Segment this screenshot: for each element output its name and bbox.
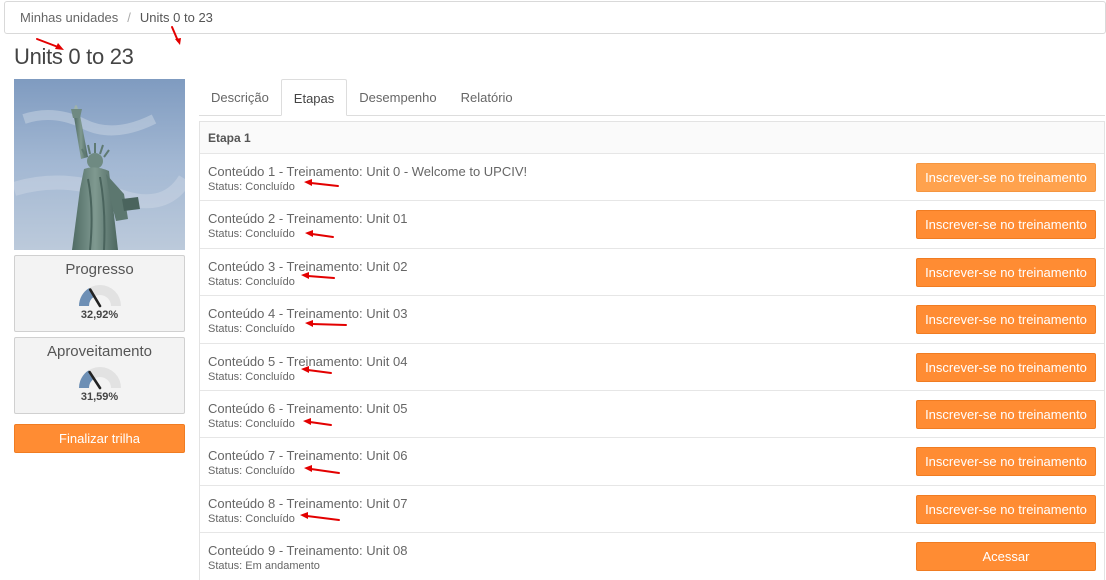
list-item: Conteúdo 3 - Treinamento: Unit 02 Status… [200,249,1104,297]
content-title: Conteúdo 3 - Treinamento: Unit 02 [208,258,408,274]
content-title: Conteúdo 7 - Treinamento: Unit 06 [208,448,408,464]
tab-stages[interactable]: Etapas [280,79,348,116]
content-status: Status: Em andamento [208,560,320,573]
stage-title: Etapa 1 [200,122,1104,154]
enroll-button[interactable]: Inscrever-se no treinamento [916,494,1096,524]
list-item: Conteúdo 2 - Treinamento: Unit 01 Status… [200,201,1104,249]
content-title: Conteúdo 8 - Treinamento: Unit 07 [208,495,408,511]
content-title: Conteúdo 5 - Treinamento: Unit 04 [208,353,408,369]
list-item: Conteúdo 1 - Treinamento: Unit 0 - Welco… [200,154,1104,202]
content-title: Conteúdo 9 - Treinamento: Unit 08 [208,543,408,559]
tab-report[interactable]: Relatório [449,79,525,116]
performance-card: Aproveitamento 31,59% [14,337,185,414]
content-status: Status: Concluído [208,417,295,430]
page-title: Units 0 to 23 [14,44,134,69]
tab-performance[interactable]: Desempenho [347,79,448,116]
statue-of-liberty-image [14,79,185,250]
list-item: Conteúdo 6 - Treinamento: Unit 05 Status… [200,391,1104,439]
enroll-button[interactable]: Inscrever-se no treinamento [916,305,1096,335]
content-title: Conteúdo 6 - Treinamento: Unit 05 [208,400,408,416]
progress-label: Progresso [65,261,134,278]
content-status: Status: Concluído [208,181,295,193]
tab-bar: Descrição Etapas Desempenho Relatório [199,79,1105,116]
gauge-icon [78,285,121,308]
enroll-button[interactable]: Inscrever-se no treinamento [916,352,1096,382]
enroll-button[interactable]: Inscrever-se no treinamento [916,399,1096,429]
list-item: Conteúdo 8 - Treinamento: Unit 07 Status… [200,486,1104,534]
breadcrumb-current: Units 0 to 23 [139,10,213,25]
performance-value: 31,59% [80,391,119,403]
content-status: Status: Concluído [208,275,295,288]
content-title: Conteúdo 2 - Treinamento: Unit 01 [208,211,408,227]
list-item: Conteúdo 7 - Treinamento: Unit 06 Status… [200,438,1104,486]
breadcrumb-my-units-link[interactable]: Minhas unidades [20,10,118,25]
content-status: Status: Concluído [208,512,295,525]
performance-label: Aproveitamento [46,343,153,360]
progress-card: Progresso 32,92% [14,255,185,332]
content-status: Status: Concluído [208,323,295,336]
content-status: Status: Concluído [208,465,295,478]
content-status: Status: Concluído [208,228,295,241]
content-title: Conteúdo 1 - Treinamento: Unit 0 - Welco… [208,164,528,179]
enroll-button[interactable]: Inscrever-se no treinamento [916,447,1096,477]
stage-panel: Etapa 1 Conteúdo 1 - Treinamento: Unit 0… [199,121,1105,580]
list-item: Conteúdo 4 - Treinamento: Unit 03 Status… [200,296,1104,344]
list-item: Conteúdo 5 - Treinamento: Unit 04 Status… [200,344,1104,391]
access-button[interactable]: Acessar [916,542,1096,572]
finish-track-button[interactable]: Finalizar trilha [14,424,185,453]
tab-description[interactable]: Descrição [199,79,281,116]
list-item: Conteúdo 9 - Treinamento: Unit 08 Status… [200,533,1104,580]
breadcrumb-separator: / [127,10,131,25]
content-status: Status: Concluído [208,370,295,383]
enroll-button[interactable]: Inscrever-se no treinamento [916,210,1096,240]
enroll-button[interactable]: Inscrever-se no treinamento [916,163,1096,192]
progress-value: 32,92% [80,309,119,321]
breadcrumb: Minhas unidades / Units 0 to 23 [4,1,1106,34]
enroll-button[interactable]: Inscrever-se no treinamento [916,257,1096,287]
content-title: Conteúdo 4 - Treinamento: Unit 03 [208,306,408,322]
gauge-icon [78,367,121,390]
